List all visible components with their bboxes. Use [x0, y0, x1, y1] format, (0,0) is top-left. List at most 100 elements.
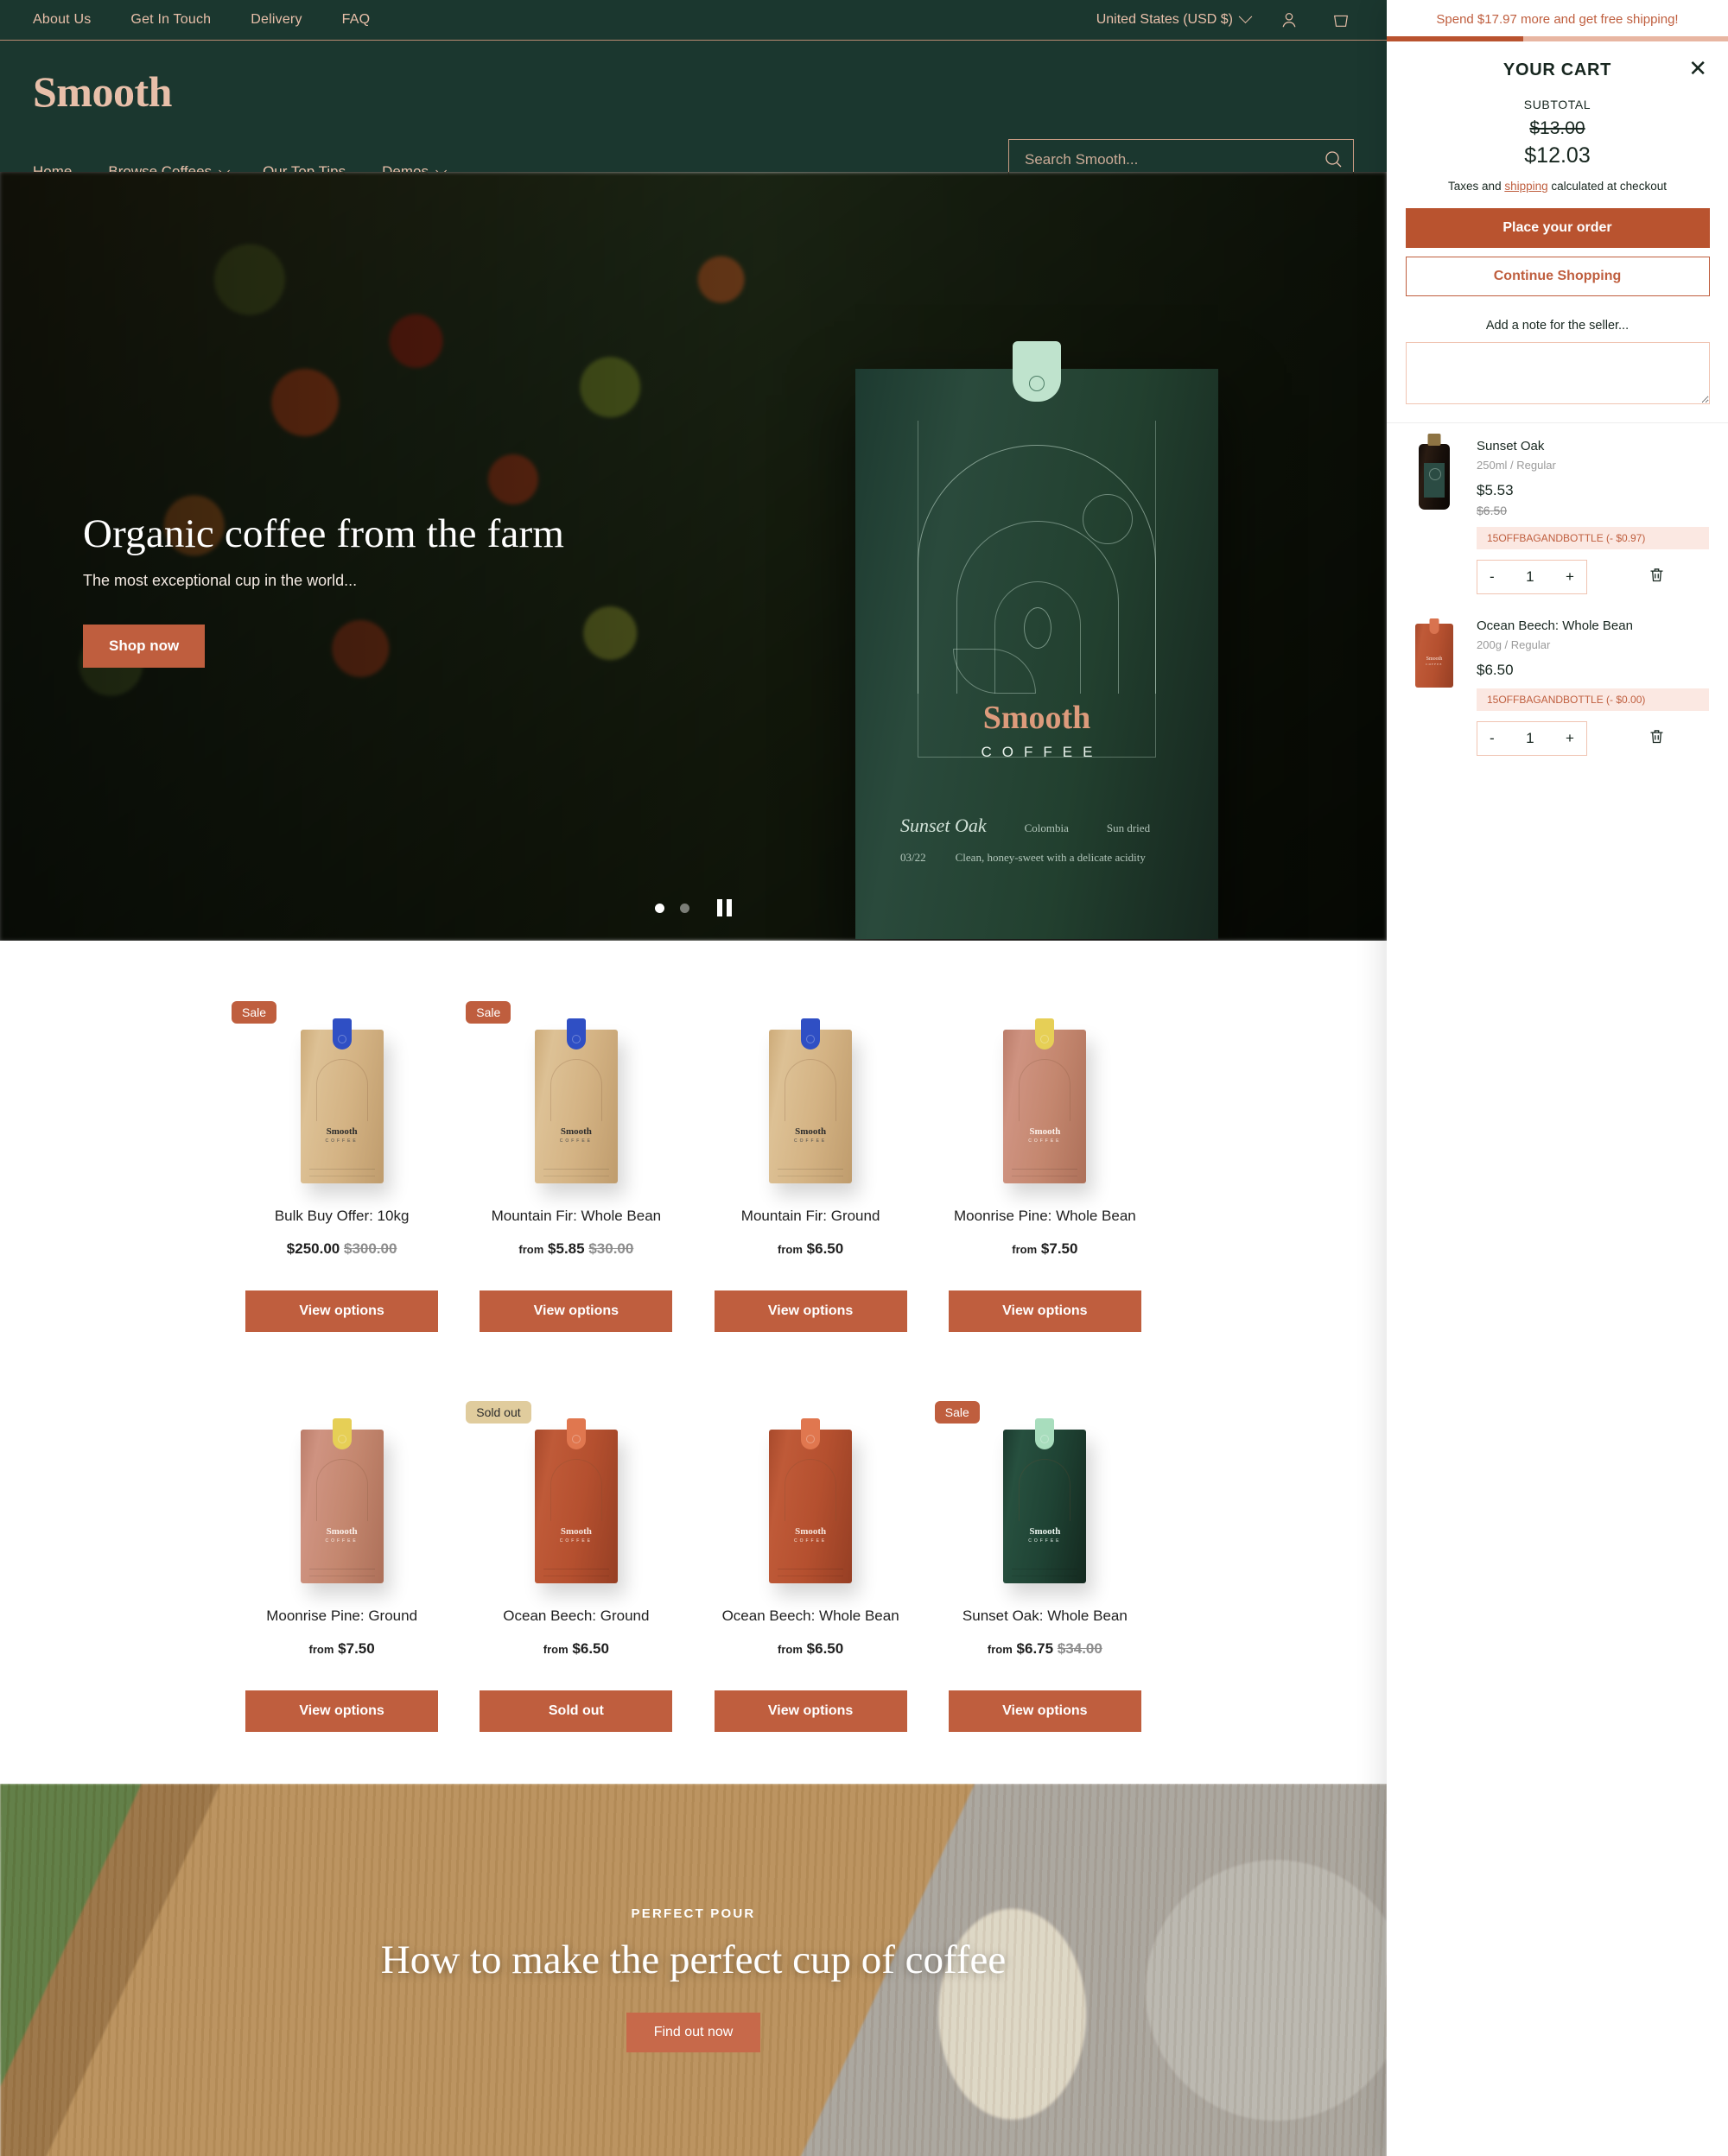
pause-icon[interactable]: [717, 899, 732, 916]
sold-out-button[interactable]: Sold out: [480, 1690, 673, 1732]
product-price: from $7.50: [928, 1240, 1162, 1258]
product-title[interactable]: Sunset Oak: Whole Bean: [928, 1607, 1162, 1625]
status-badge: Sale: [934, 1401, 980, 1424]
product-price: from $5.85 $30.00: [459, 1240, 693, 1258]
currency-selector[interactable]: United States (USD $): [1096, 9, 1253, 28]
bag-arch-artwork: [785, 1459, 837, 1521]
product-card[interactable]: Sale Smooth COFFEE Mountain Fir: Whole Be…: [459, 989, 693, 1332]
product-price: $250.00 $300.00: [225, 1240, 459, 1258]
decrease-quantity-button[interactable]: -: [1490, 568, 1495, 586]
view-options-button[interactable]: View options: [714, 1290, 907, 1332]
product-card[interactable]: Smooth COFFEE Mountain Fir: Ground from $…: [694, 989, 928, 1332]
bag-product-image: Smooth COFFEE: [1415, 624, 1453, 688]
view-options-button[interactable]: View options: [245, 1690, 439, 1732]
utility-link-faq[interactable]: FAQ: [342, 12, 371, 28]
quantity-stepper[interactable]: - 1 +: [1477, 560, 1587, 594]
slider-dot-2[interactable]: [680, 903, 689, 913]
close-icon[interactable]: ✕: [1688, 57, 1707, 79]
seller-note-textarea[interactable]: [1405, 342, 1710, 404]
product-price-current: $6.50: [806, 1240, 844, 1257]
product-bag-image: Smooth COFFEE: [1003, 1418, 1087, 1583]
product-card[interactable]: Smooth COFFEE Ocean Beech: Whole Bean fro…: [694, 1389, 928, 1732]
bag-label: Smooth COFFEE: [1426, 656, 1443, 666]
bag-footer-line-1: [778, 1169, 844, 1170]
product-price-prefix: from: [1012, 1243, 1038, 1256]
product-card[interactable]: Sale Smooth COFFEE Bulk Buy Offer: 10kg $…: [225, 989, 459, 1332]
utility-bar: About Us Get In Touch Delivery FAQ Unite…: [0, 0, 1387, 41]
product-price: from $6.50: [694, 1240, 928, 1258]
site-header: Smooth Home Browse Coffees Our Top Tips …: [0, 41, 1387, 192]
cart-item-name[interactable]: Ocean Beech: Whole Bean: [1477, 618, 1709, 633]
shipping-link[interactable]: shipping: [1504, 180, 1547, 193]
product-card[interactable]: Sold out Smooth COFFEE Ocean Beech: Groun…: [459, 1389, 693, 1732]
subtotal-original: $13.00: [1529, 118, 1585, 138]
product-image-wrap: Smooth COFFEE: [694, 1389, 928, 1583]
cart-item-name[interactable]: Sunset Oak: [1477, 439, 1709, 453]
product-price-compare: $30.00: [588, 1240, 634, 1257]
product-card[interactable]: Sale Smooth COFFEE Sunset Oak: Whole Bean…: [928, 1389, 1162, 1732]
bag-brand-sub: COFFEE: [981, 744, 1103, 760]
product-title[interactable]: Bulk Buy Offer: 10kg: [225, 1208, 459, 1225]
hero-content: Organic coffee from the farm The most ex…: [83, 510, 564, 668]
user-icon[interactable]: [1276, 7, 1302, 33]
free-shipping-message: Spend $17.97 more and get free shipping!: [1436, 12, 1679, 27]
cart-item: Smooth COFFEE Ocean Beech: Whole Bean 200…: [1387, 603, 1728, 764]
view-options-button[interactable]: View options: [480, 1290, 673, 1332]
increase-quantity-button[interactable]: +: [1566, 568, 1574, 586]
product-title[interactable]: Moonrise Pine: Ground: [225, 1607, 459, 1625]
hero-product-bag-image: Smooth COFFEE Sunset Oak Colombia Sun dr…: [855, 341, 1218, 939]
bag-tab: [566, 1418, 586, 1449]
status-badge: Sale: [232, 1001, 277, 1024]
increase-quantity-button[interactable]: +: [1566, 730, 1574, 747]
bag-tab: [566, 1018, 586, 1049]
search-icon[interactable]: [1323, 149, 1344, 174]
cart-item-thumbnail[interactable]: [1406, 439, 1463, 594]
cart-item-qty-row: - 1 +: [1477, 560, 1709, 594]
product-title[interactable]: Moonrise Pine: Whole Bean: [928, 1208, 1162, 1225]
view-options-button[interactable]: View options: [714, 1690, 907, 1732]
trash-icon[interactable]: [1648, 566, 1666, 588]
utility-link-contact[interactable]: Get In Touch: [130, 12, 211, 28]
cart-item-thumbnail[interactable]: Smooth COFFEE: [1406, 618, 1463, 756]
view-options-button[interactable]: View options: [948, 1690, 1141, 1732]
product-card[interactable]: Smooth COFFEE Moonrise Pine: Whole Bean f…: [928, 989, 1162, 1332]
product-bag-image: Smooth COFFEE: [300, 1418, 384, 1583]
utility-link-about[interactable]: About Us: [33, 12, 91, 28]
bag-meta-row-2: 03/22 Clean, honey-sweet with a delicate…: [900, 851, 1187, 865]
product-bag-image: Smooth COFFEE: [534, 1418, 618, 1583]
quantity-value[interactable]: 1: [1526, 568, 1534, 586]
place-order-button[interactable]: Place your order: [1405, 208, 1710, 248]
product-image-wrap: Smooth COFFEE: [694, 989, 928, 1183]
product-price-prefix: from: [778, 1243, 803, 1256]
shop-now-button[interactable]: Shop now: [83, 625, 206, 668]
quantity-value[interactable]: 1: [1526, 730, 1534, 747]
product-title[interactable]: Ocean Beech: Whole Bean: [694, 1607, 928, 1625]
trash-icon[interactable]: [1648, 727, 1666, 750]
cart-title: YOUR CART: [1502, 60, 1612, 79]
find-out-now-button[interactable]: Find out now: [626, 2013, 761, 2052]
slider-dot-1[interactable]: [655, 903, 664, 913]
status-badge: Sold out: [466, 1401, 531, 1424]
product-title[interactable]: Ocean Beech: Ground: [459, 1607, 693, 1625]
bag-label: Smooth COFFEE: [559, 1126, 594, 1144]
view-options-button[interactable]: View options: [948, 1290, 1141, 1332]
site-logo[interactable]: Smooth: [33, 58, 1354, 113]
utility-link-delivery[interactable]: Delivery: [251, 12, 302, 28]
product-price: from $6.50: [694, 1640, 928, 1658]
product-price: from $6.50: [459, 1640, 693, 1658]
hero-title: Organic coffee from the farm: [83, 511, 565, 556]
bag-footer-line-1: [543, 1169, 609, 1170]
view-options-button[interactable]: View options: [245, 1290, 439, 1332]
product-price-current: $7.50: [1040, 1240, 1078, 1257]
product-title[interactable]: Mountain Fir: Whole Bean: [459, 1208, 693, 1225]
quantity-stepper[interactable]: - 1 +: [1477, 721, 1587, 756]
decrease-quantity-button[interactable]: -: [1490, 730, 1495, 747]
product-title[interactable]: Mountain Fir: Ground: [694, 1208, 928, 1225]
bag-icon[interactable]: [1328, 7, 1354, 33]
bag-label: Smooth COFFEE: [325, 1526, 359, 1544]
product-card[interactable]: Smooth COFFEE Moonrise Pine: Ground from …: [225, 1389, 459, 1732]
bag-tab: [332, 1418, 352, 1449]
product-price-prefix: from: [543, 1643, 569, 1656]
promo-banner: PERFECT POUR How to make the perfect cup…: [0, 1784, 1387, 2156]
continue-shopping-button[interactable]: Continue Shopping: [1405, 257, 1710, 296]
